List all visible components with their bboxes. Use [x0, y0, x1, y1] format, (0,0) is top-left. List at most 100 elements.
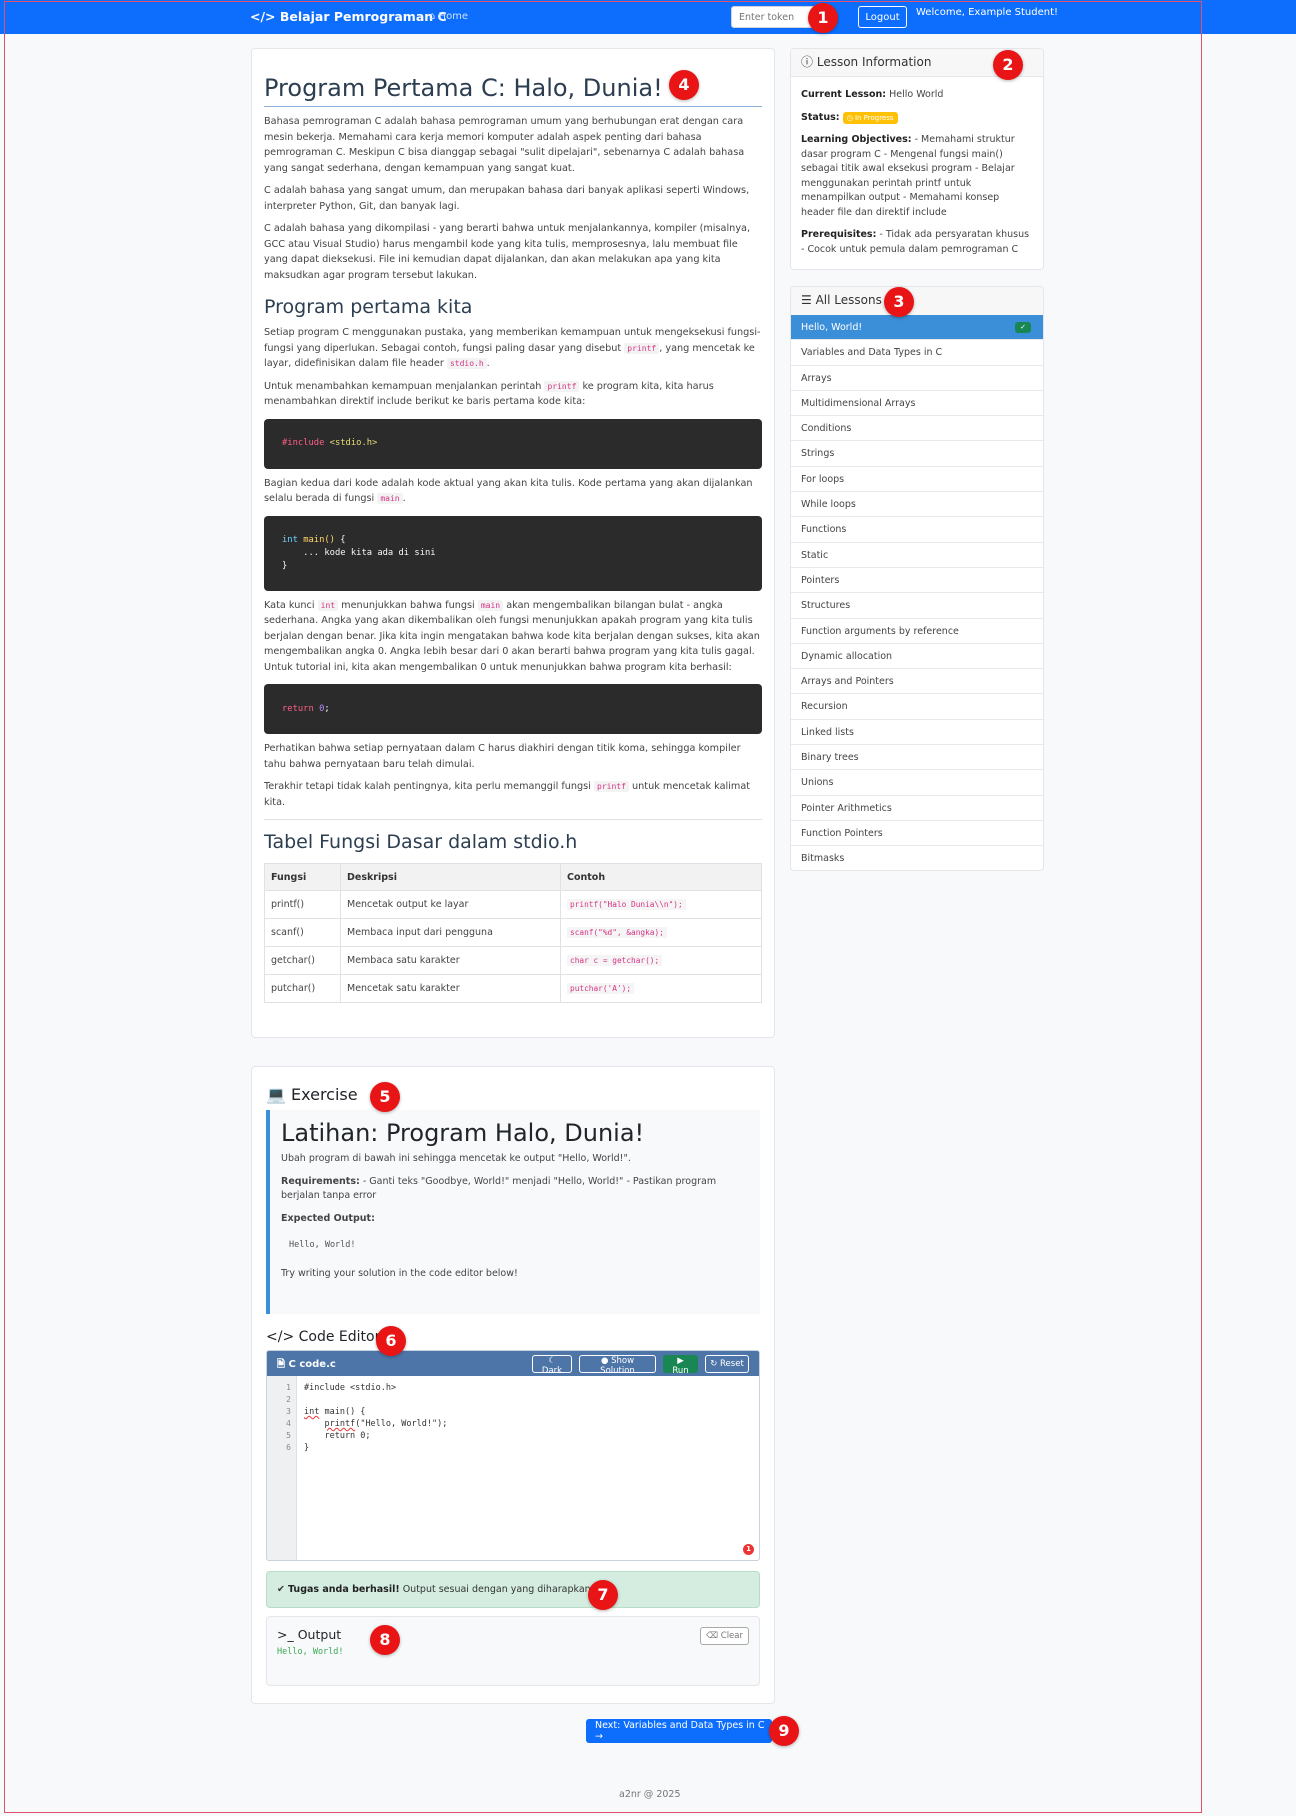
code-icon: </>	[266, 1329, 295, 1345]
all-lessons-header: ☰ All Lessons	[791, 287, 1043, 315]
reset-icon: ↻	[710, 1359, 718, 1369]
table-cell: Mencetak satu karakter	[340, 974, 561, 1003]
code-block-return: return 0;	[264, 684, 762, 734]
table-cell: Membaca input dari pengguna	[340, 918, 561, 947]
output-panel: >_ Output ⌫ Clear Hello, World!	[266, 1616, 760, 1686]
lesson-item[interactable]: Multidimensional Arrays	[791, 391, 1043, 417]
current-lesson: Current Lesson: Hello World	[801, 89, 944, 100]
lesson-item[interactable]: Conditions	[791, 416, 1043, 442]
table-title: Tabel Fungsi Dasar dalam stdio.h	[264, 819, 762, 853]
exercise-heading: 💻 Exercise	[266, 1085, 358, 1104]
lesson-paragraph: Setiap program C menggunakan pustaka, ya…	[264, 327, 761, 369]
clear-output-button[interactable]: ⌫ Clear	[700, 1627, 749, 1645]
footer-text: a2nr @ 2025	[619, 1789, 681, 1800]
code-icon: </>	[250, 9, 276, 24]
completed-check-icon: ✓	[1015, 322, 1031, 333]
nav-home-link[interactable]: ⌂ Home	[429, 11, 468, 22]
lesson-item[interactable]: For loops	[791, 467, 1043, 493]
lesson-paragraph: Kata kunci int menunjukkan bahwa fungsi …	[264, 599, 760, 673]
lesson-item[interactable]: Function Pointers	[791, 821, 1043, 847]
table-cell: printf()	[264, 890, 341, 919]
line-numbers: 1 2 3 4 5 6	[267, 1376, 297, 1560]
lesson-item[interactable]: Functions	[791, 517, 1043, 543]
table-cell: putchar('A');	[560, 974, 762, 1003]
code-input[interactable]: #include <stdio.h> int main() { printf("…	[304, 1382, 447, 1454]
annotation-badge-8: 8	[370, 1625, 400, 1655]
prerequisites: Prerequisites: - Tidak ada persyaratan k…	[801, 229, 1030, 255]
lesson-item[interactable]: Binary trees	[791, 745, 1043, 771]
terminal-icon: >_	[277, 1627, 294, 1642]
play-icon: ▶	[677, 1356, 684, 1366]
lesson-info-card: ⓘ Lesson Information Current Lesson: Hel…	[790, 48, 1044, 270]
annotation-badge-2: 2	[993, 50, 1023, 80]
home-icon: ⌂	[429, 11, 436, 22]
inline-code: stdio.h	[446, 358, 487, 369]
output-text: Hello, World!	[277, 1647, 344, 1657]
inline-code: printf	[594, 781, 629, 792]
table-cell: scanf("%d", &angka);	[560, 918, 762, 947]
lesson-status: Status: ◷ In Progress	[801, 111, 1033, 126]
table-row: printf() Mencetak output ke layar printf("…	[264, 890, 762, 919]
lesson-item[interactable]: Unions	[791, 770, 1043, 796]
lesson-item[interactable]: Structures	[791, 593, 1043, 619]
check-circle-icon: ✔	[277, 1584, 285, 1595]
lesson-item[interactable]: Pointer Arithmetics	[791, 796, 1043, 821]
table-cell: Membaca satu karakter	[340, 946, 561, 975]
laptop-code-icon: 💻	[266, 1085, 286, 1104]
logout-button[interactable]: Logout	[858, 6, 907, 28]
lesson-item[interactable]: Function arguments by reference	[791, 619, 1043, 644]
inline-code: printf	[544, 380, 580, 392]
run-button[interactable]: ▶ Run	[663, 1355, 698, 1376]
exercise-requirements: Requirements: - Ganti teks "Goodbye, Wor…	[281, 1175, 717, 1202]
all-lessons-card: ☰ All Lessons Hello, World! ✓ Variables a…	[790, 286, 1044, 871]
annotation-badge-3: 3	[884, 287, 914, 317]
show-solution-button[interactable]: ● Show Solution	[579, 1355, 656, 1376]
lesson-info-title: Lesson Information	[816, 55, 932, 69]
inline-code: main	[377, 493, 403, 504]
lesson-item[interactable]: Arrays and Pointers	[791, 669, 1043, 695]
code-block-main: int main() { ... kode kita ada di sini }	[264, 515, 762, 591]
table-cell: printf("Halo Dunia\\n");	[560, 890, 762, 919]
table-header: Deskripsi	[340, 863, 561, 891]
next-lesson-button[interactable]: Next: Variables and Data Types in C →	[586, 1719, 772, 1743]
list-icon: ☰	[801, 293, 812, 307]
lesson-item[interactable]: Arrays	[791, 366, 1043, 391]
lesson-item[interactable]: Pointers	[791, 568, 1043, 594]
lesson-paragraph: Bagian kedua dari kode adalah kode aktua…	[264, 477, 753, 504]
error-indicator-icon[interactable]: 1	[743, 1544, 754, 1555]
lesson-item[interactable]: Recursion	[791, 694, 1043, 720]
brand-link[interactable]: </> Belajar Pemrograman C	[250, 9, 447, 24]
inline-code: int	[317, 599, 339, 611]
inline-code: main	[477, 599, 504, 611]
editor-filename: 🗎 C code.c	[277, 1359, 336, 1370]
exercise-description: Ubah program di bawah ini sehingga mence…	[281, 1153, 631, 1164]
lesson-item[interactable]: Linked lists	[791, 720, 1043, 746]
code-block-include: #include <stdio.h>	[264, 418, 762, 469]
output-heading: >_ Output	[277, 1627, 342, 1642]
lesson-paragraph: C adalah bahasa yang sangat umum, dan me…	[264, 185, 750, 212]
lesson-item[interactable]: Bitmasks	[791, 846, 1043, 871]
exercise-instructions: Latihan: Program Halo, Dunia! Ubah progr…	[266, 1110, 760, 1314]
lesson-item[interactable]: Dynamic allocation	[791, 644, 1043, 670]
lesson-item[interactable]: While loops	[791, 492, 1043, 518]
lesson-item-hello-world[interactable]: Hello, World! ✓	[791, 315, 1043, 341]
clock-icon: ◷	[846, 113, 853, 122]
lightbulb-icon: ●	[600, 1356, 609, 1366]
lesson-paragraph: Untuk menambahkan kemampuan menjalankan …	[264, 380, 714, 407]
status-badge: ◷ In Progress	[842, 111, 898, 124]
functions-table: Fungsi Deskripsi Contoh printf() Mencetak…	[264, 863, 762, 1003]
code-editor-heading: </> Code Editor	[266, 1329, 381, 1345]
lesson-item[interactable]: Variables and Data Types in C	[791, 340, 1043, 366]
reset-button[interactable]: ↻ Reset	[705, 1355, 749, 1373]
lesson-item[interactable]: Static	[791, 543, 1043, 568]
file-icon: 🗎	[277, 1359, 286, 1370]
lesson-item[interactable]: Strings	[791, 441, 1043, 467]
dark-mode-button[interactable]: ☾ Dark	[532, 1355, 572, 1376]
nav-home-label: Home	[438, 11, 469, 22]
section-heading-first-program: Program pertama kita	[264, 296, 473, 318]
lesson-content-card: Program Pertama C: Halo, Dunia! Bahasa p…	[251, 48, 775, 1038]
welcome-text: Welcome, Example Student!	[916, 7, 1059, 18]
table-cell: char c = getchar();	[560, 946, 762, 975]
annotation-badge-1: 1	[808, 3, 838, 33]
lesson-paragraph: C adalah bahasa yang dikompilasi - yang …	[264, 223, 751, 281]
